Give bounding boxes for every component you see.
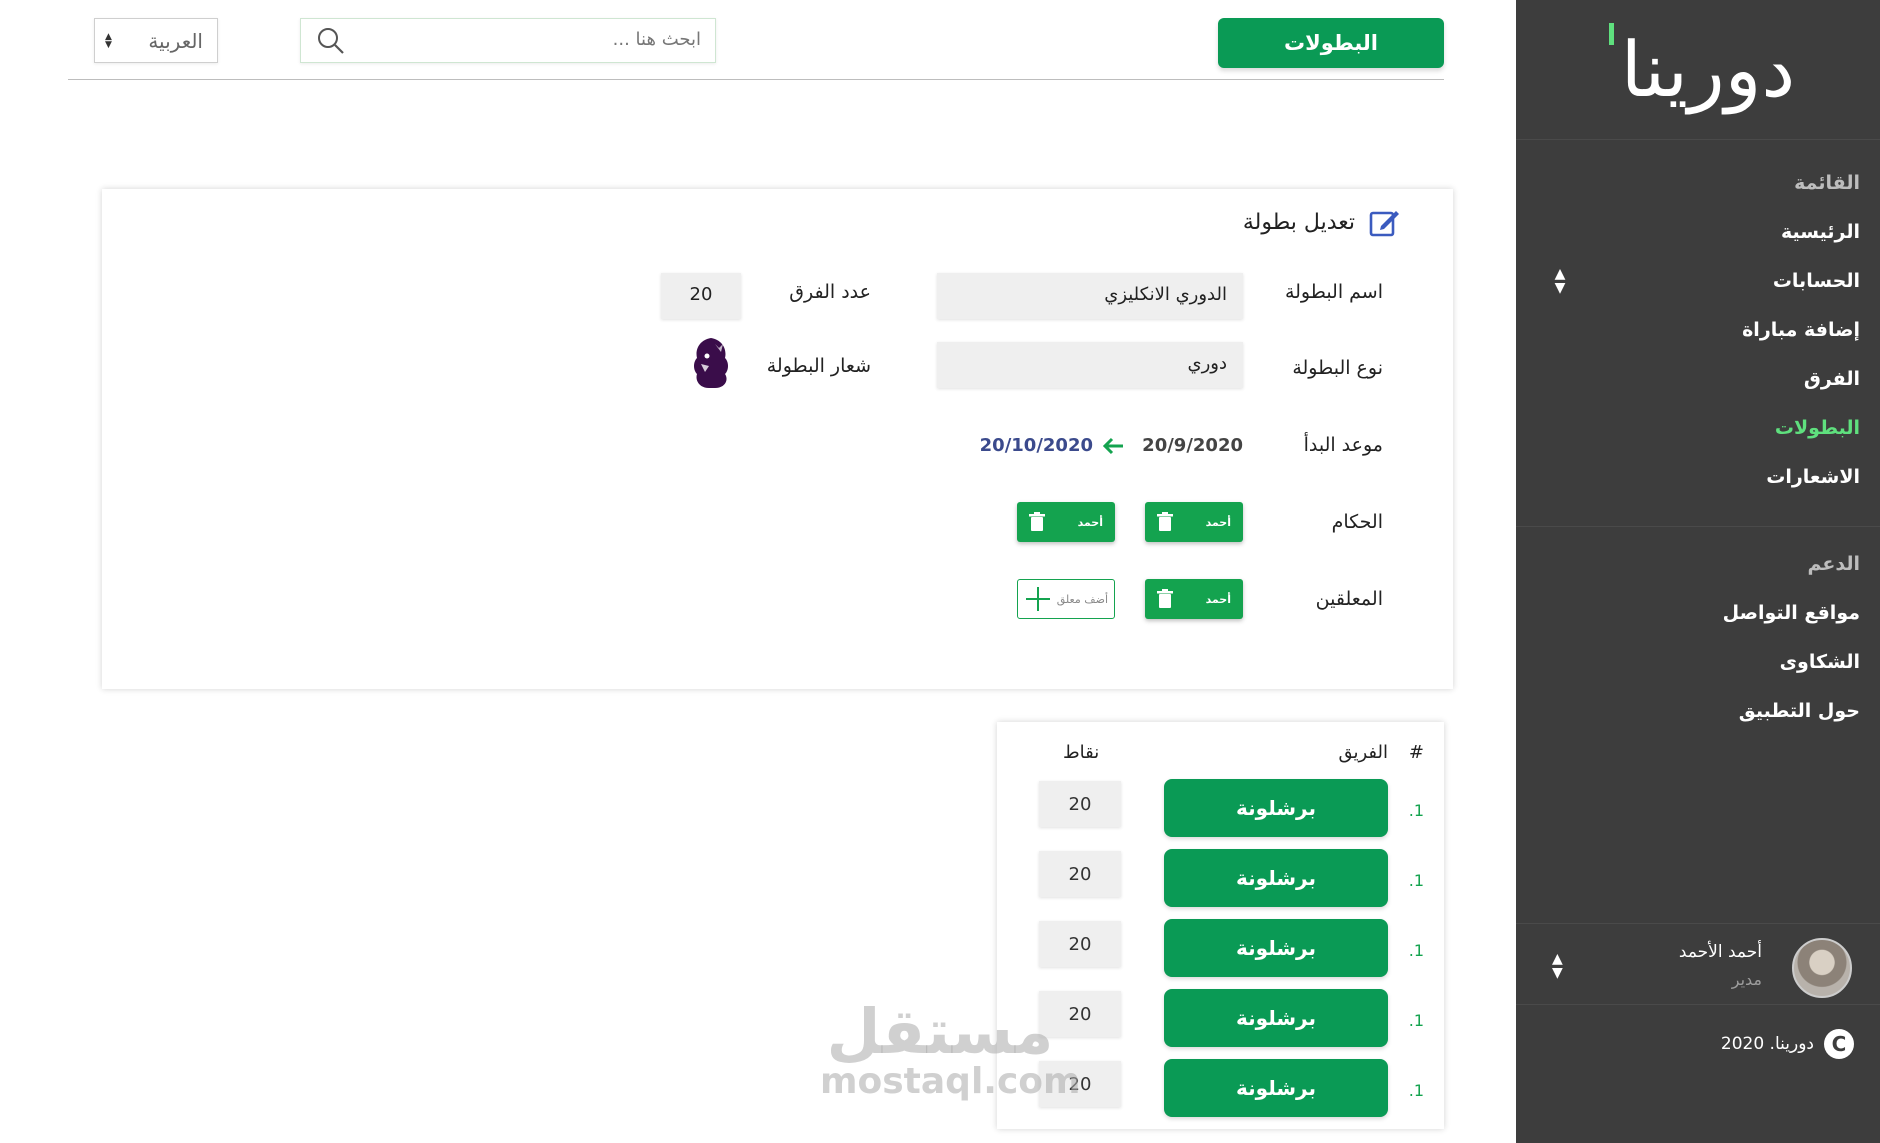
add-commentator-button[interactable]: أضف معلق <box>1017 579 1115 619</box>
user-name: أحمد الأحمد <box>1678 942 1762 962</box>
points-value: 20 <box>1039 781 1121 827</box>
watermark: مستقل mostaql.com <box>820 995 1081 1102</box>
leagues-button[interactable]: البطولات <box>1218 18 1444 68</box>
points-value: 20 <box>1039 921 1121 967</box>
copyright-icon: C <box>1824 1029 1854 1059</box>
team-button[interactable]: برشلونة <box>1164 779 1388 837</box>
watermark-latin: mostaql.com <box>820 1061 1081 1102</box>
rank-header: # <box>1408 742 1424 763</box>
copyright: دورينا. 2020 C <box>1721 1029 1854 1059</box>
points-value: 20 <box>1039 851 1121 897</box>
search-box[interactable] <box>300 18 716 63</box>
language-select[interactable]: ▲ ▼ العربية <box>94 18 218 63</box>
sidebar-item-label: الحسابات <box>1772 270 1860 292</box>
edit-league-card: تعديل بطولة اسم البطولة الدوري الانكليزي… <box>102 189 1453 689</box>
plus-icon <box>1026 587 1050 611</box>
commentators-label: المعلقين <box>1315 588 1383 610</box>
card-title: تعديل بطولة <box>1243 207 1401 237</box>
expand-arrows-icon[interactable]: ▲ ▼ <box>1552 952 1563 980</box>
arrow-left-icon <box>1102 437 1123 455</box>
logo-accent <box>1608 23 1614 45</box>
teams-count-field[interactable]: 20 <box>661 273 741 319</box>
team-button[interactable]: برشلونة <box>1164 1059 1388 1117</box>
commentator-name: أحمد <box>1205 592 1231 606</box>
trash-icon[interactable] <box>1029 512 1045 532</box>
trash-icon[interactable] <box>1157 589 1173 609</box>
expand-arrows-icon[interactable]: ▲ ▼ <box>1552 267 1568 297</box>
referee-name: أحمد <box>1205 515 1231 529</box>
add-commentator-label: أضف معلق <box>1056 592 1108 606</box>
referee-chip[interactable]: أحمد <box>1145 502 1243 542</box>
row-rank: .1 <box>1408 1081 1424 1100</box>
table-row: .1 برشلونة 20 <box>997 919 1444 979</box>
sidebar: دورينا القائمة الرئيسية ▲ ▼ الحسابات إضاف… <box>1516 0 1880 1143</box>
league-name-field[interactable]: الدوري الانكليزي <box>937 273 1243 319</box>
menu-header: القائمة <box>1794 172 1860 194</box>
team-button[interactable]: برشلونة <box>1164 849 1388 907</box>
search-icon[interactable] <box>317 27 345 55</box>
sidebar-item-social[interactable]: مواقع التواصل <box>1516 589 1880 638</box>
league-logo-label: شعار البطولة <box>766 355 871 377</box>
start-date[interactable]: 20/9/2020 <box>1142 435 1243 456</box>
avatar[interactable] <box>1792 938 1852 998</box>
user-role: مدير <box>1731 970 1762 989</box>
logo-text: دورينا <box>1601 23 1796 114</box>
support-header: الدعم <box>1807 553 1860 575</box>
teams-count-label: عدد الفرق <box>789 281 871 303</box>
app-logo[interactable]: دورينا <box>1516 0 1880 140</box>
row-rank: .1 <box>1408 871 1424 890</box>
sidebar-item-home[interactable]: الرئيسية <box>1516 208 1880 257</box>
league-type-field[interactable]: دوري <box>937 342 1243 388</box>
sidebar-item-notifications[interactable]: الاشعارات <box>1516 453 1880 502</box>
table-row: .1 برشلونة 20 <box>997 849 1444 909</box>
league-type-label: نوع البطولة <box>1292 357 1383 379</box>
row-rank: .1 <box>1408 1011 1424 1030</box>
logo-label: دورينا <box>1620 25 1796 114</box>
sidebar-item-leagues[interactable]: البطولات <box>1516 404 1880 453</box>
user-profile[interactable]: أحمد الأحمد مدير ▲ ▼ <box>1516 923 1880 1005</box>
start-date-label: موعد البدأ <box>1303 434 1383 456</box>
top-bar: البطولات ▲▼ العربية <box>68 0 1444 80</box>
card-title-text: تعديل بطولة <box>1242 209 1355 235</box>
menu-divider <box>1516 526 1880 527</box>
referees-label: الحكام <box>1331 511 1383 533</box>
row-rank: .1 <box>1408 801 1424 820</box>
commentator-chip[interactable]: أحمد <box>1145 579 1243 619</box>
team-button[interactable]: برشلونة <box>1164 989 1388 1047</box>
main-menu: القائمة الرئيسية ▲ ▼ الحسابات إضافة مبارا… <box>1516 140 1880 736</box>
sidebar-item-accounts[interactable]: ▲ ▼ الحسابات <box>1516 257 1880 306</box>
row-rank: .1 <box>1408 941 1424 960</box>
sidebar-item-complaints[interactable]: الشكاوى <box>1516 638 1880 687</box>
watermark-arabic: مستقل <box>826 995 1054 1068</box>
language-selected: العربية <box>148 28 203 53</box>
referee-chip[interactable]: أحمد <box>1017 502 1115 542</box>
end-date[interactable]: 20/10/2020 <box>980 435 1093 456</box>
team-header: الفريق <box>1338 742 1388 763</box>
copyright-text: دورينا. 2020 <box>1720 1034 1814 1054</box>
team-button[interactable]: برشلونة <box>1164 919 1388 977</box>
sidebar-item-about[interactable]: حول التطبيق <box>1516 687 1880 736</box>
table-row: .1 برشلونة 20 <box>997 779 1444 839</box>
sidebar-item-add-match[interactable]: إضافة مباراة <box>1516 306 1880 355</box>
select-arrows-icon: ▲ ▼ <box>105 31 112 50</box>
sidebar-item-teams[interactable]: الفرق <box>1516 355 1880 404</box>
referee-name: أحمد <box>1077 515 1103 529</box>
premier-league-logo[interactable] <box>689 336 733 390</box>
search-input[interactable] <box>381 29 701 50</box>
points-header: نقاط <box>1063 742 1100 763</box>
league-name-label: اسم البطولة <box>1284 281 1383 303</box>
table-row: .1 برشلونة 20 <box>997 989 1444 1049</box>
edit-icon <box>1369 211 1399 237</box>
trash-icon[interactable] <box>1157 512 1173 532</box>
